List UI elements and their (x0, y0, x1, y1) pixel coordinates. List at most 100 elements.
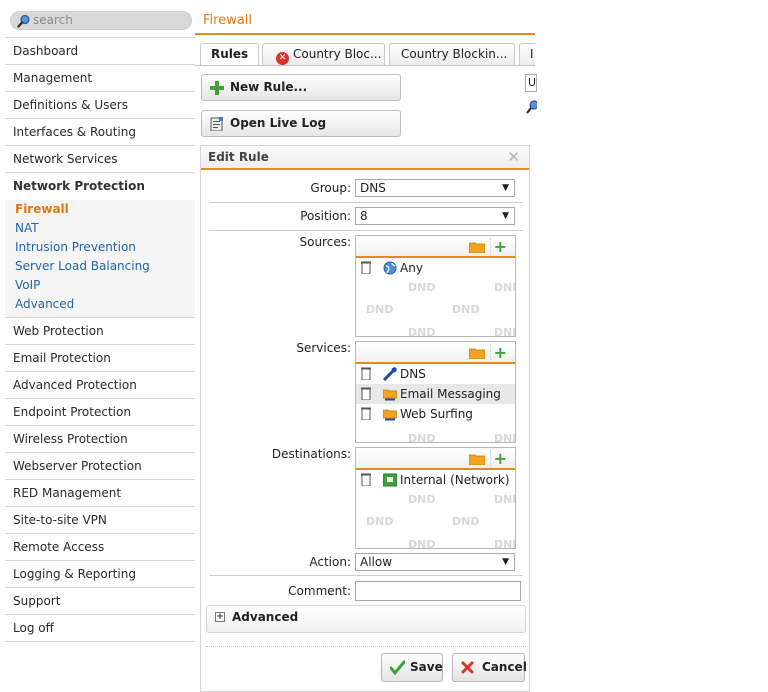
menu-item-endpoint-protection[interactable]: Endpoint Protection (5, 399, 195, 426)
menu-item-site-to-site-vpn[interactable]: Site-to-site VPN (5, 507, 195, 534)
services-item[interactable]: Web Surfing (356, 404, 515, 424)
edit-rule-title: Edit Rule (208, 150, 269, 164)
globe-icon (383, 261, 397, 275)
menu-item-management[interactable]: Management (5, 65, 195, 92)
position-select[interactable]: 8 ▼ (355, 207, 515, 225)
search-placeholder: search (33, 13, 73, 27)
advanced-label: Advanced (232, 610, 299, 624)
main-menu: Dashboard Management Definitions & Users… (5, 37, 195, 642)
submenu-item-nat[interactable]: NAT (5, 219, 195, 238)
dnd-hint: DND (494, 326, 515, 337)
services-item-label: Web Surfing (400, 407, 473, 421)
submenu-item-advanced[interactable]: Advanced (5, 295, 195, 314)
submenu-item-intrusion-prevention[interactable]: Intrusion Prevention (5, 238, 195, 257)
services-item[interactable]: Email Messaging (356, 384, 515, 404)
advanced-section-toggle[interactable]: + Advanced (206, 605, 526, 633)
trash-icon[interactable] (361, 387, 371, 400)
submenu-item-voip[interactable]: VoIP (5, 276, 195, 295)
check-icon (390, 660, 405, 675)
menu-item-dashboard[interactable]: Dashboard (5, 38, 195, 65)
trash-icon[interactable] (361, 473, 371, 486)
tab-country-blocking-exceptions-label: Country Blockin... (401, 47, 508, 61)
services-box[interactable]: + DNS Email Messaging Web Surfing DND DN… (355, 341, 516, 443)
dnd-hint: DND (494, 432, 515, 443)
new-rule-label: New Rule... (230, 80, 308, 94)
dnd-hint: DND (408, 493, 436, 506)
header-separator (490, 344, 491, 362)
services-item[interactable]: DNS (356, 364, 515, 384)
destinations-item[interactable]: Internal (Network) (356, 470, 515, 490)
open-live-log-button[interactable]: Open Live Log (201, 110, 401, 137)
cancel-button[interactable]: Cancel (452, 653, 527, 682)
edge-field-value: U (528, 76, 537, 89)
menu-item-definitions-users[interactable]: Definitions & Users (5, 92, 195, 119)
log-icon (210, 117, 223, 131)
services-box-header: + (356, 342, 515, 364)
dropdown-arrow-icon: ▼ (502, 183, 509, 193)
dnd-hint: DND (408, 326, 436, 337)
service-icon (383, 367, 397, 381)
destinations-box[interactable]: + Internal (Network) DND DND DND DND DND… (355, 447, 516, 549)
folder-icon[interactable] (469, 347, 485, 359)
trash-icon[interactable] (361, 367, 371, 380)
cancel-label: Cancel (482, 660, 527, 674)
comment-input[interactable] (355, 581, 521, 601)
menu-item-support[interactable]: Support (5, 588, 195, 615)
sources-box[interactable]: + Any DND DND DND DND DND DND (355, 235, 516, 337)
menu-item-advanced-protection[interactable]: Advanced Protection (5, 372, 195, 399)
menu-item-red-management[interactable]: RED Management (5, 480, 195, 507)
edge-search-button[interactable] (525, 98, 539, 116)
dropdown-arrow-icon: ▼ (502, 557, 509, 567)
sidebar: search Dashboard Management Definitions … (0, 0, 195, 692)
destinations-box-header: + (356, 448, 515, 470)
add-icon[interactable]: + (494, 345, 507, 361)
action-select[interactable]: Allow ▼ (355, 553, 515, 571)
submenu-item-firewall[interactable]: Firewall (5, 200, 195, 219)
edge-field[interactable]: U (525, 74, 537, 92)
menu-item-interfaces-routing[interactable]: Interfaces & Routing (5, 119, 195, 146)
group-label: Group: (310, 181, 351, 195)
tab-rules-label: Rules (211, 47, 249, 61)
menu-item-log-off[interactable]: Log off (5, 615, 195, 642)
dropdown-arrow-icon: ▼ (502, 211, 509, 221)
add-icon[interactable]: + (494, 239, 507, 255)
folder-icon[interactable] (469, 453, 485, 465)
menu-item-web-protection[interactable]: Web Protection (5, 318, 195, 345)
search-input[interactable]: search (10, 11, 192, 30)
tab-rules[interactable]: Rules (200, 43, 259, 65)
menu-item-logging-reporting[interactable]: Logging & Reporting (5, 561, 195, 588)
close-icon[interactable]: ✕ (507, 146, 520, 168)
group-select[interactable]: DNS ▼ (355, 179, 515, 197)
header-separator (490, 450, 491, 468)
save-button[interactable]: Save (381, 653, 443, 682)
menu-item-webserver-protection[interactable]: Webserver Protection (5, 453, 195, 480)
trash-icon[interactable] (361, 261, 371, 274)
trash-icon[interactable] (361, 407, 371, 420)
new-rule-button[interactable]: New Rule... (201, 74, 401, 101)
tab-overflow[interactable]: I (519, 43, 535, 65)
tab-country-blocking[interactable]: ✕ Country Bloc... (262, 43, 385, 65)
tab-country-blocking-exceptions[interactable]: Country Blockin... (389, 43, 515, 65)
tab-underline (195, 65, 535, 66)
dnd-hint: DND (408, 281, 436, 294)
services-item-label: Email Messaging (400, 387, 501, 401)
dnd-hint: DND (494, 281, 515, 294)
dnd-hint: DND (366, 303, 394, 316)
tab-overflow-label: I (530, 47, 534, 61)
sources-label: Sources: (299, 235, 351, 249)
menu-item-network-services[interactable]: Network Services (5, 146, 195, 173)
menu-item-network-protection[interactable]: Network Protection (5, 173, 195, 200)
action-label: Action: (309, 555, 351, 569)
menu-item-wireless-protection[interactable]: Wireless Protection (5, 426, 195, 453)
edit-rule-header: Edit Rule ✕ (201, 146, 529, 170)
folder-icon[interactable] (469, 241, 485, 253)
menu-item-email-protection[interactable]: Email Protection (5, 345, 195, 372)
submenu-item-server-load-balancing[interactable]: Server Load Balancing (5, 257, 195, 276)
dnd-hint: DND (408, 538, 436, 549)
menu-item-remote-access[interactable]: Remote Access (5, 534, 195, 561)
comment-label: Comment: (288, 584, 351, 598)
sources-item[interactable]: Any (356, 258, 515, 278)
add-icon[interactable]: + (494, 451, 507, 467)
divider (209, 202, 523, 203)
plus-icon (210, 81, 224, 95)
